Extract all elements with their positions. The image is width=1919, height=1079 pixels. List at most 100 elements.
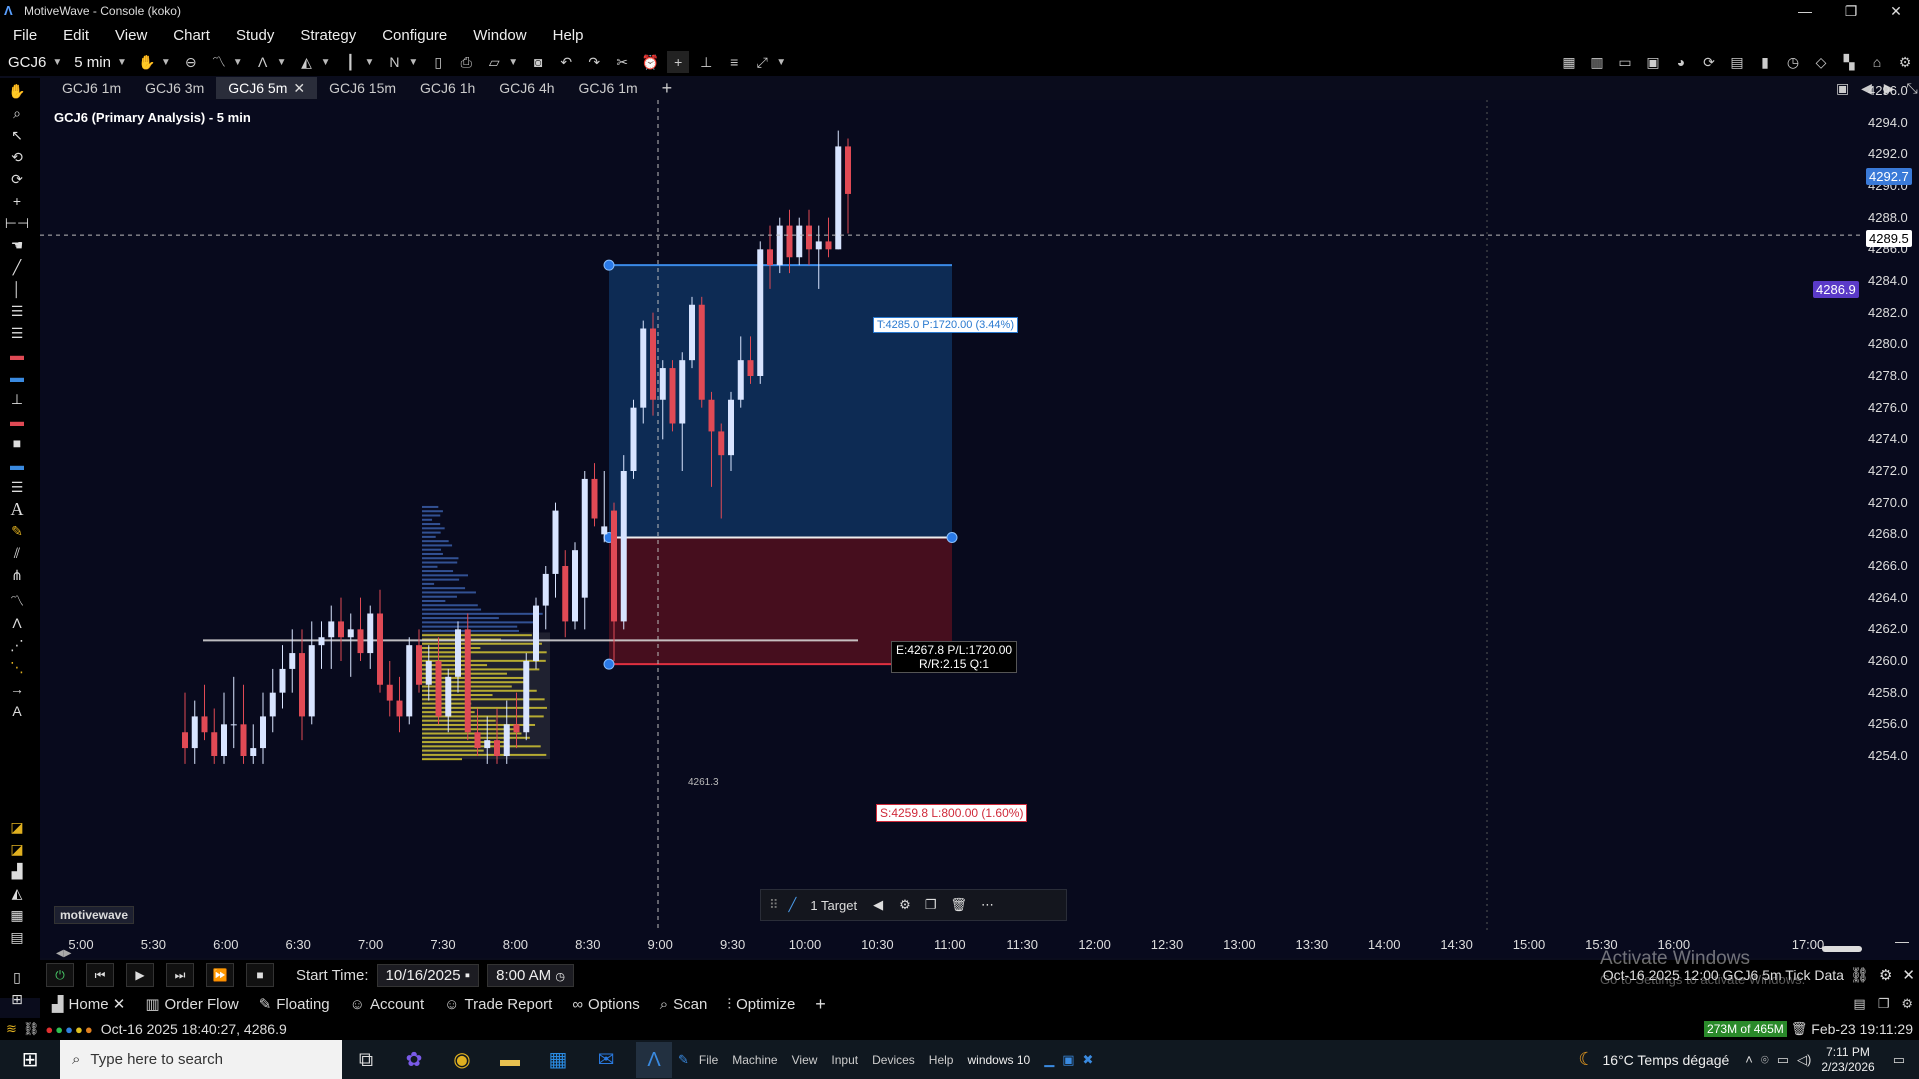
wave-icon[interactable]: Ʌ — [252, 51, 274, 73]
play-icon[interactable]: ▶ — [126, 963, 154, 987]
bar-chart-icon[interactable]: ▥ — [1586, 51, 1608, 73]
tab-optimize[interactable]: ⫶ Optimize — [717, 996, 805, 1013]
fib-icon[interactable]: ☰ — [4, 302, 30, 320]
fib-ext-icon[interactable]: ☰ — [4, 324, 30, 342]
restore-panel-icon[interactable]: ▣ — [1836, 80, 1849, 96]
undo-icon[interactable]: ↶ — [555, 51, 577, 73]
measure-tool-icon[interactable]: ⊥ — [4, 390, 30, 408]
clock-icon[interactable]: ◷ — [555, 971, 565, 983]
chevron-down-icon[interactable]: ▼ — [52, 57, 62, 68]
zoom-out-icon[interactable]: ⊖ — [180, 51, 202, 73]
annotation-icon[interactable]: A — [4, 702, 30, 720]
vm-minimize-icon[interactable]: ▁ — [1044, 1052, 1054, 1068]
network-icon[interactable]: ▭ — [1777, 1052, 1789, 1068]
menu-study[interactable]: Study — [223, 27, 287, 44]
wave-tool-icon[interactable]: Ʌ — [4, 614, 30, 632]
minimize-button[interactable]: — — [1782, 0, 1828, 22]
fan-icon[interactable]: ⋱ — [4, 658, 30, 676]
long-position-icon[interactable]: ▬ — [4, 346, 30, 364]
layout-icon[interactable]: ▤ — [1853, 996, 1865, 1012]
vm-menu-input[interactable]: Input — [831, 1053, 858, 1067]
layout-icon[interactable]: ▦ — [1558, 51, 1580, 73]
vm-menu-help[interactable]: Help — [929, 1053, 954, 1067]
chevron-down-icon[interactable]: ▼ — [321, 57, 331, 68]
arrow-tool-icon[interactable]: → — [4, 680, 30, 698]
tab-gcj6-1h[interactable]: GCJ6 1h — [408, 77, 487, 99]
chevron-down-icon[interactable]: ▼ — [776, 57, 786, 68]
menu-strategy[interactable]: Strategy — [287, 27, 369, 44]
object-icon[interactable]: ◪ — [4, 818, 30, 836]
pointer-tool-icon[interactable]: ↖ — [4, 126, 30, 144]
add-tab-button[interactable]: + — [650, 77, 685, 99]
drag-handle-icon[interactable]: ⠿ — [769, 897, 779, 913]
chevron-down-icon[interactable]: ▼ — [233, 57, 243, 68]
red-box-icon[interactable]: ▬ — [4, 412, 30, 430]
layers-icon[interactable]: ▚ — [1838, 51, 1860, 73]
close-icon[interactable]: ✕ — [1902, 966, 1915, 984]
power-icon[interactable]: ⏻ — [46, 963, 74, 987]
taskbar-clock[interactable]: 7:11 PM 2/23/2026 — [1821, 1045, 1874, 1075]
menu-help[interactable]: Help — [540, 27, 597, 44]
refresh-icon[interactable]: ⟳ — [1698, 51, 1720, 73]
save-icon[interactable]: ▮ — [1754, 51, 1776, 73]
vm-close-icon[interactable]: ✖ — [1082, 1052, 1093, 1068]
zoom-tool-icon[interactable]: ⌕ — [4, 104, 30, 122]
stop-icon[interactable]: ■ — [246, 963, 274, 987]
pan-hand-icon[interactable]: ✋ — [136, 51, 158, 73]
tab-scan[interactable]: ⌕ Scan — [650, 996, 718, 1013]
memory-indicator[interactable]: 273M of 465M — [1704, 1021, 1787, 1037]
gann-icon[interactable]: ⋰ — [4, 636, 30, 654]
tab-gcj6-15m[interactable]: GCJ6 15m — [317, 77, 408, 99]
cycle-tool-icon[interactable]: ⟲ — [4, 148, 30, 166]
new-document-icon[interactable]: ▯ — [427, 51, 449, 73]
measure-icon[interactable]: ⊥ — [695, 51, 717, 73]
trash-icon[interactable]: 🗑 — [950, 897, 967, 913]
menu-view[interactable]: View — [102, 27, 160, 44]
crosshair-tool-icon[interactable]: + — [4, 192, 30, 210]
tab-order-flow[interactable]: ▥ Order Flow — [135, 995, 248, 1013]
palette-icon[interactable]: ◕ — [1670, 51, 1692, 73]
text-tool-icon[interactable]: A — [4, 500, 30, 518]
list-icon[interactable]: ≡ — [723, 51, 745, 73]
document-icon[interactable]: ▯ — [4, 968, 30, 986]
tray-chevron-icon[interactable]: ˄ — [1745, 1052, 1753, 1067]
tab-gcj6-5m[interactable]: GCJ6 5m ✕ — [216, 77, 318, 99]
tab-floating[interactable]: ✎ Floating — [249, 995, 340, 1013]
vm-pen-icon[interactable]: ✎ — [678, 1052, 689, 1068]
tools-icon[interactable]: ✂ — [611, 51, 633, 73]
settings-gear-icon[interactable]: ⚙ — [1901, 996, 1913, 1012]
tab-gcj6-4h[interactable]: GCJ6 4h — [487, 77, 566, 99]
start-clock-input[interactable]: 8:00 AM ◷ — [487, 963, 574, 987]
time-scrollbar[interactable] — [1822, 946, 1862, 952]
hand-alt-tool-icon[interactable]: ☚ — [4, 236, 30, 254]
store-icon[interactable]: ▦ — [540, 1042, 576, 1078]
table-icon[interactable]: ▤ — [1726, 51, 1748, 73]
pitchfork-icon[interactable]: ⋔ — [4, 566, 30, 584]
maximize-button[interactable]: ❐ — [1828, 0, 1874, 22]
open-folder-icon[interactable]: ▱ — [483, 51, 505, 73]
close-tab-icon[interactable]: ✕ — [113, 996, 126, 1013]
menu-file[interactable]: File — [0, 27, 50, 44]
zoom-minus-icon[interactable]: — — [1895, 933, 1909, 949]
copilot-icon[interactable]: ✿ — [396, 1042, 432, 1078]
tray-camera-icon[interactable]: ⌾ — [1761, 1052, 1769, 1068]
hand-tool-icon[interactable]: ✋ — [4, 82, 30, 100]
step-forward-icon[interactable]: ⏭ — [166, 963, 194, 987]
n-wave-icon[interactable]: N — [383, 51, 405, 73]
expand-icon[interactable]: ⤡ — [1906, 80, 1917, 96]
polyline-icon[interactable]: 〽 — [4, 592, 30, 610]
chevron-down-icon[interactable]: ▼ — [364, 57, 374, 68]
vm-menu-machine[interactable]: Machine — [732, 1053, 777, 1067]
database-icon[interactable]: ▤ — [4, 928, 30, 946]
alarm-icon[interactable]: ⏰ — [639, 51, 661, 73]
tab-gcj6-1m-2[interactable]: GCJ6 1m — [567, 77, 650, 99]
motivewave-app-icon[interactable]: Λ — [636, 1041, 672, 1078]
line-study-icon[interactable]: 〽 — [208, 51, 230, 73]
settings-gear-icon[interactable]: ⚙ — [1879, 966, 1892, 984]
rectangle-icon[interactable]: ■ — [4, 434, 30, 452]
chevron-down-icon[interactable]: ▼ — [117, 57, 127, 68]
file-explorer-icon[interactable]: ▬ — [492, 1042, 528, 1078]
add-workspace-button[interactable]: + — [805, 994, 836, 1015]
chevron-down-icon[interactable]: ▼ — [277, 57, 287, 68]
target-count-button[interactable]: 1 Target — [810, 898, 857, 913]
